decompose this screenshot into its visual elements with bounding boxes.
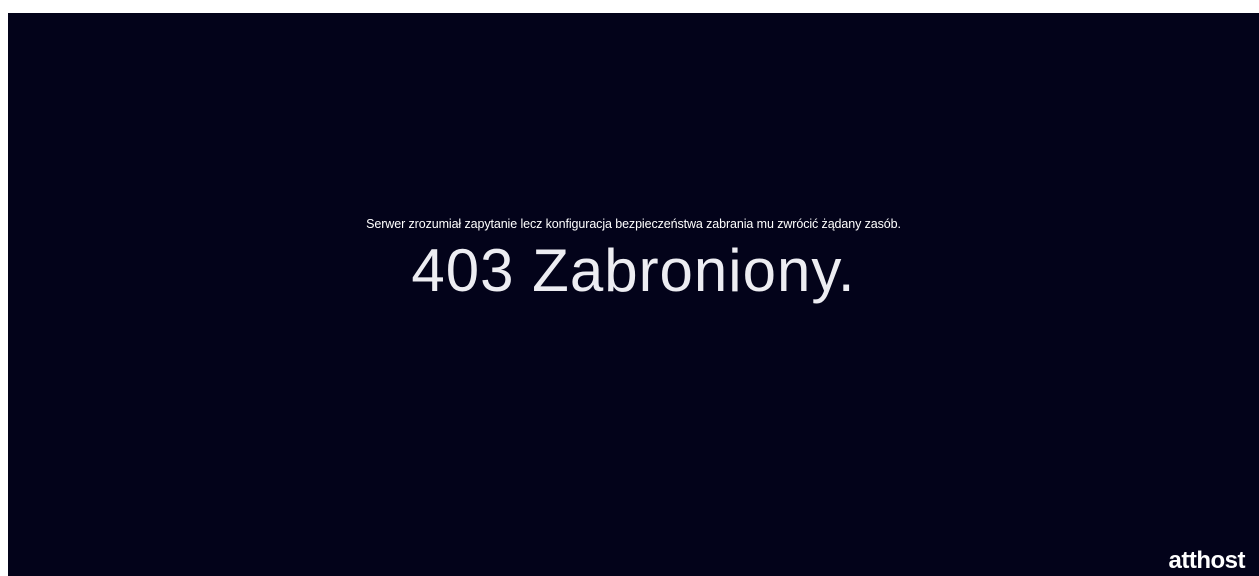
page-frame: Serwer zrozumiał zapytanie lecz konfigur… <box>0 0 1259 576</box>
error-title: 403 Zabroniony. <box>411 237 856 304</box>
error-panel: Serwer zrozumiał zapytanie lecz konfigur… <box>8 13 1259 576</box>
error-description: Serwer zrozumiał zapytanie lecz konfigur… <box>366 217 901 231</box>
atthost-logo: atthost <box>1168 547 1246 574</box>
error-content: Serwer zrozumiał zapytanie lecz konfigur… <box>8 215 1259 306</box>
